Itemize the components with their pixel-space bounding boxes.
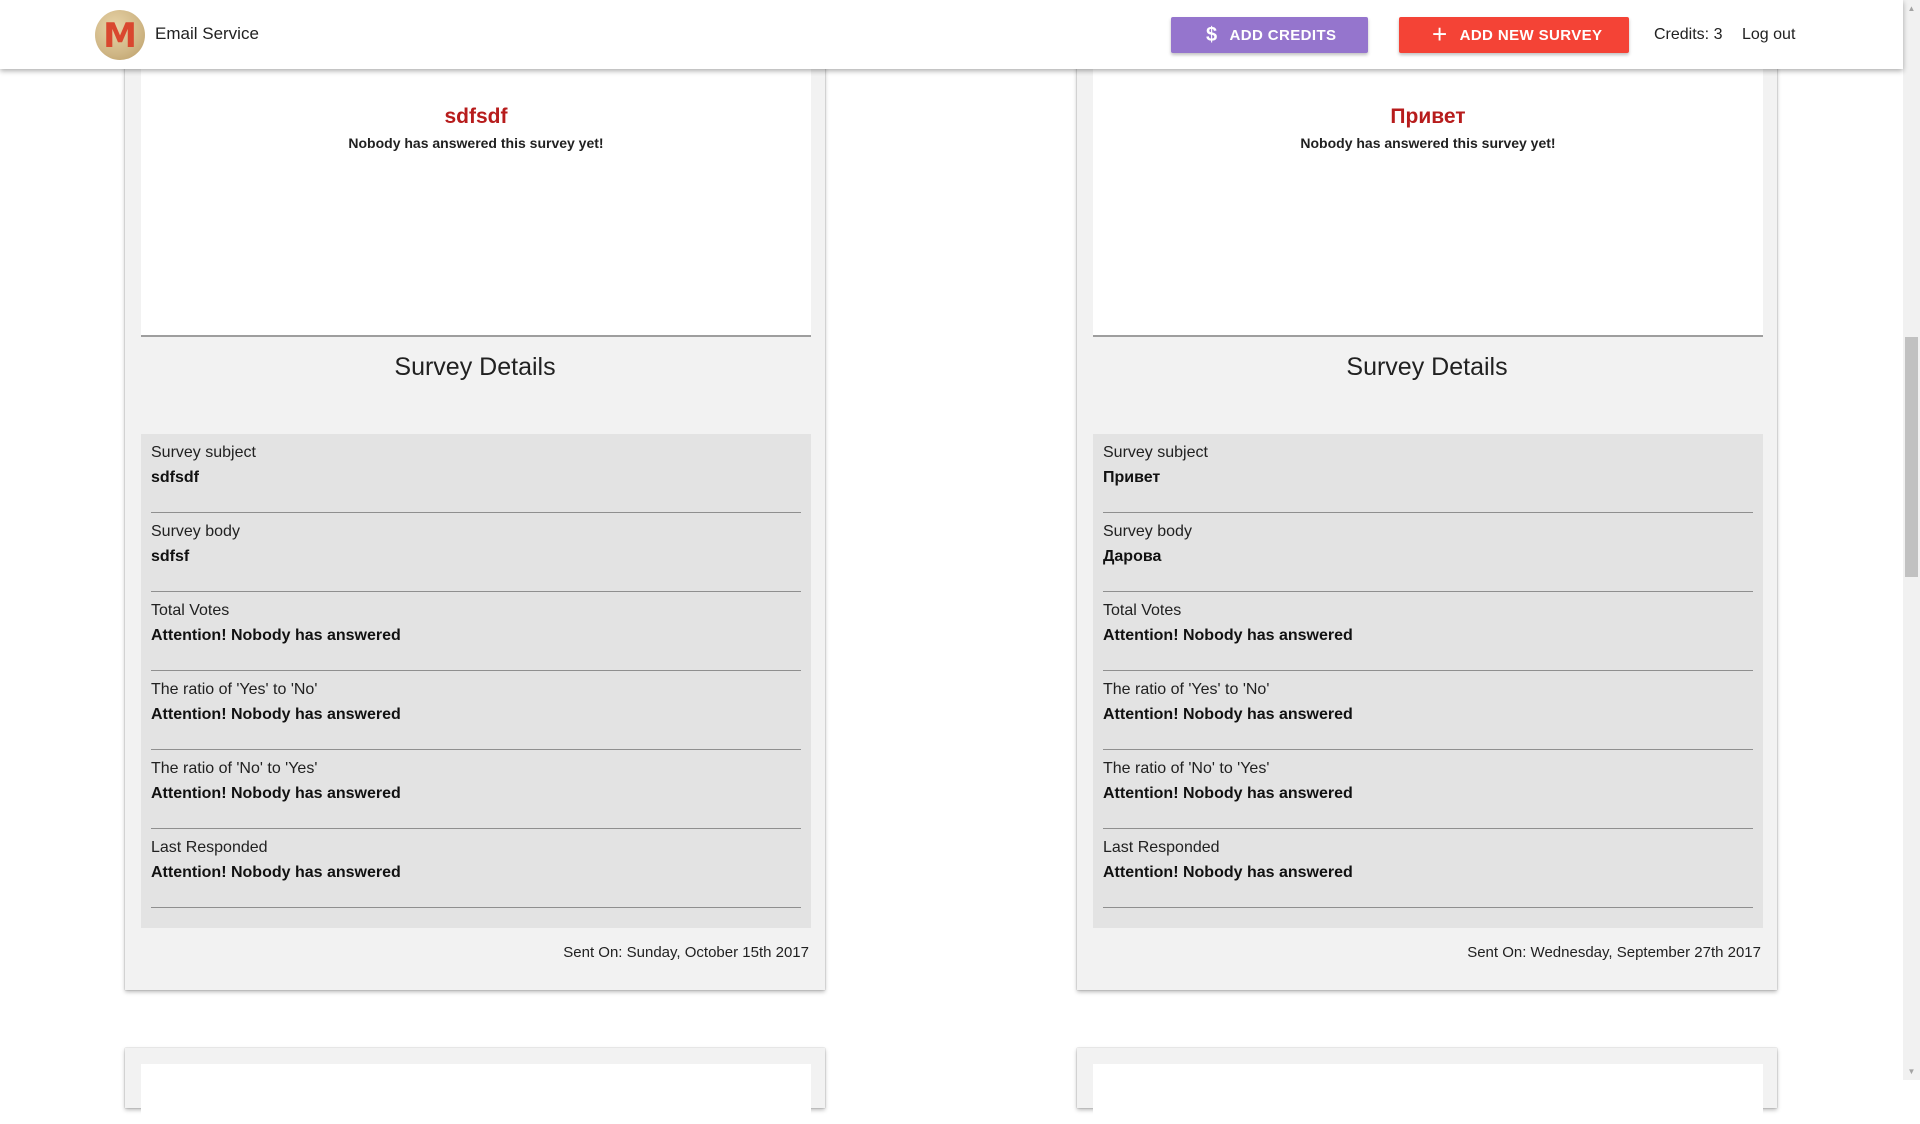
add-credits-button[interactable]: $ ADD CREDITS [1171,17,1368,53]
detail-label: The ratio of 'No' to 'Yes' [1103,760,1270,777]
detail-total-votes: Total Votes Attention! Nobody has answer… [151,592,801,671]
add-new-survey-button[interactable]: + ADD NEW SURVEY [1399,17,1629,53]
detail-ratio-yes-no: The ratio of 'Yes' to 'No' Attention! No… [151,671,801,750]
logout-link[interactable]: Log out [1742,26,1795,44]
detail-survey-subject: Survey subject sdfsdf [151,434,801,513]
sent-on-date: Sent On: Sunday, October 15th 2017 [563,944,809,961]
detail-survey-body: Survey body Дарова [1103,513,1753,592]
no-answers-message: Nobody has answered this survey yet! [1300,135,1556,151]
gmail-logo-icon: M [103,16,137,56]
survey-chart-area [1093,1064,1763,1124]
detail-survey-body: Survey body sdfsf [151,513,801,592]
scroll-up-arrow-icon[interactable]: ▲ [1903,0,1920,17]
detail-label: Survey body [1103,523,1192,540]
detail-label: Total Votes [1103,602,1182,619]
detail-value: sdfsdf [151,469,199,486]
detail-ratio-yes-no: The ratio of 'Yes' to 'No' Attention! No… [1103,671,1753,750]
detail-label: Survey subject [1103,444,1208,461]
survey-title: Привет [1390,105,1466,128]
scrollbar-thumb[interactable] [1905,337,1918,577]
detail-value: Attention! Nobody has answered [151,785,401,802]
navbar: M Email Service $ ADD CREDITS + ADD NEW … [0,0,1903,69]
detail-ratio-no-yes: The ratio of 'No' to 'Yes' Attention! No… [151,750,801,829]
detail-label: Survey subject [151,444,256,461]
detail-last-responded: Last Responded Attention! Nobody has ans… [1103,829,1753,908]
detail-value: sdfsf [151,548,190,565]
survey-details-heading: Survey Details [1346,353,1508,381]
detail-value: Attention! Nobody has answered [151,706,401,723]
add-new-survey-label: ADD NEW SURVEY [1459,26,1603,44]
detail-label: Last Responded [1103,839,1220,856]
detail-value: Attention! Nobody has answered [151,627,401,644]
survey-chart-area [141,1064,811,1124]
survey-card: Привет Nobody has answered this survey y… [1077,0,1777,990]
dollar-icon: $ [1206,24,1218,46]
survey-details-list: Survey subject sdfsdf Survey body sdfsf … [141,434,811,928]
detail-label: Total Votes [151,602,230,619]
detail-ratio-no-yes: The ratio of 'No' to 'Yes' Attention! No… [1103,750,1753,829]
detail-last-responded: Last Responded Attention! Nobody has ans… [151,829,801,908]
page-scrollbar[interactable]: ▲ ▼ [1903,0,1920,1080]
detail-value: Attention! Nobody has answered [1103,864,1353,881]
add-credits-label: ADD CREDITS [1229,26,1337,44]
brand-name[interactable]: Email Service [155,24,259,44]
no-answers-message: Nobody has answered this survey yet! [348,135,604,151]
survey-card-next [1077,1048,1777,1124]
detail-value: Attention! Nobody has answered [1103,785,1353,802]
detail-total-votes: Total Votes Attention! Nobody has answer… [1103,592,1753,671]
survey-details-list: Survey subject Привет Survey body Дарова… [1093,434,1763,928]
detail-label: The ratio of 'No' to 'Yes' [151,760,318,777]
survey-card: sdfsdf Nobody has answered this survey y… [125,0,825,990]
detail-survey-subject: Survey subject Привет [1103,434,1753,513]
detail-value: Attention! Nobody has answered [1103,627,1353,644]
detail-label: The ratio of 'Yes' to 'No' [151,681,318,698]
detail-value: Дарова [1103,548,1162,565]
detail-label: The ratio of 'Yes' to 'No' [1103,681,1270,698]
detail-value: Attention! Nobody has answered [1103,706,1353,723]
credits-count: Credits: 3 [1654,26,1723,43]
app-logo[interactable]: M [95,10,145,60]
plus-icon: + [1432,19,1448,49]
survey-title: sdfsdf [444,105,508,128]
detail-label: Survey body [151,523,240,540]
detail-value: Attention! Nobody has answered [151,864,401,881]
survey-card-next [125,1048,825,1124]
detail-value: Привет [1103,469,1161,486]
detail-label: Last Responded [151,839,268,856]
sent-on-date: Sent On: Wednesday, September 27th 2017 [1467,944,1761,961]
scroll-down-arrow-icon[interactable]: ▼ [1903,1063,1920,1080]
survey-details-heading: Survey Details [394,353,556,381]
